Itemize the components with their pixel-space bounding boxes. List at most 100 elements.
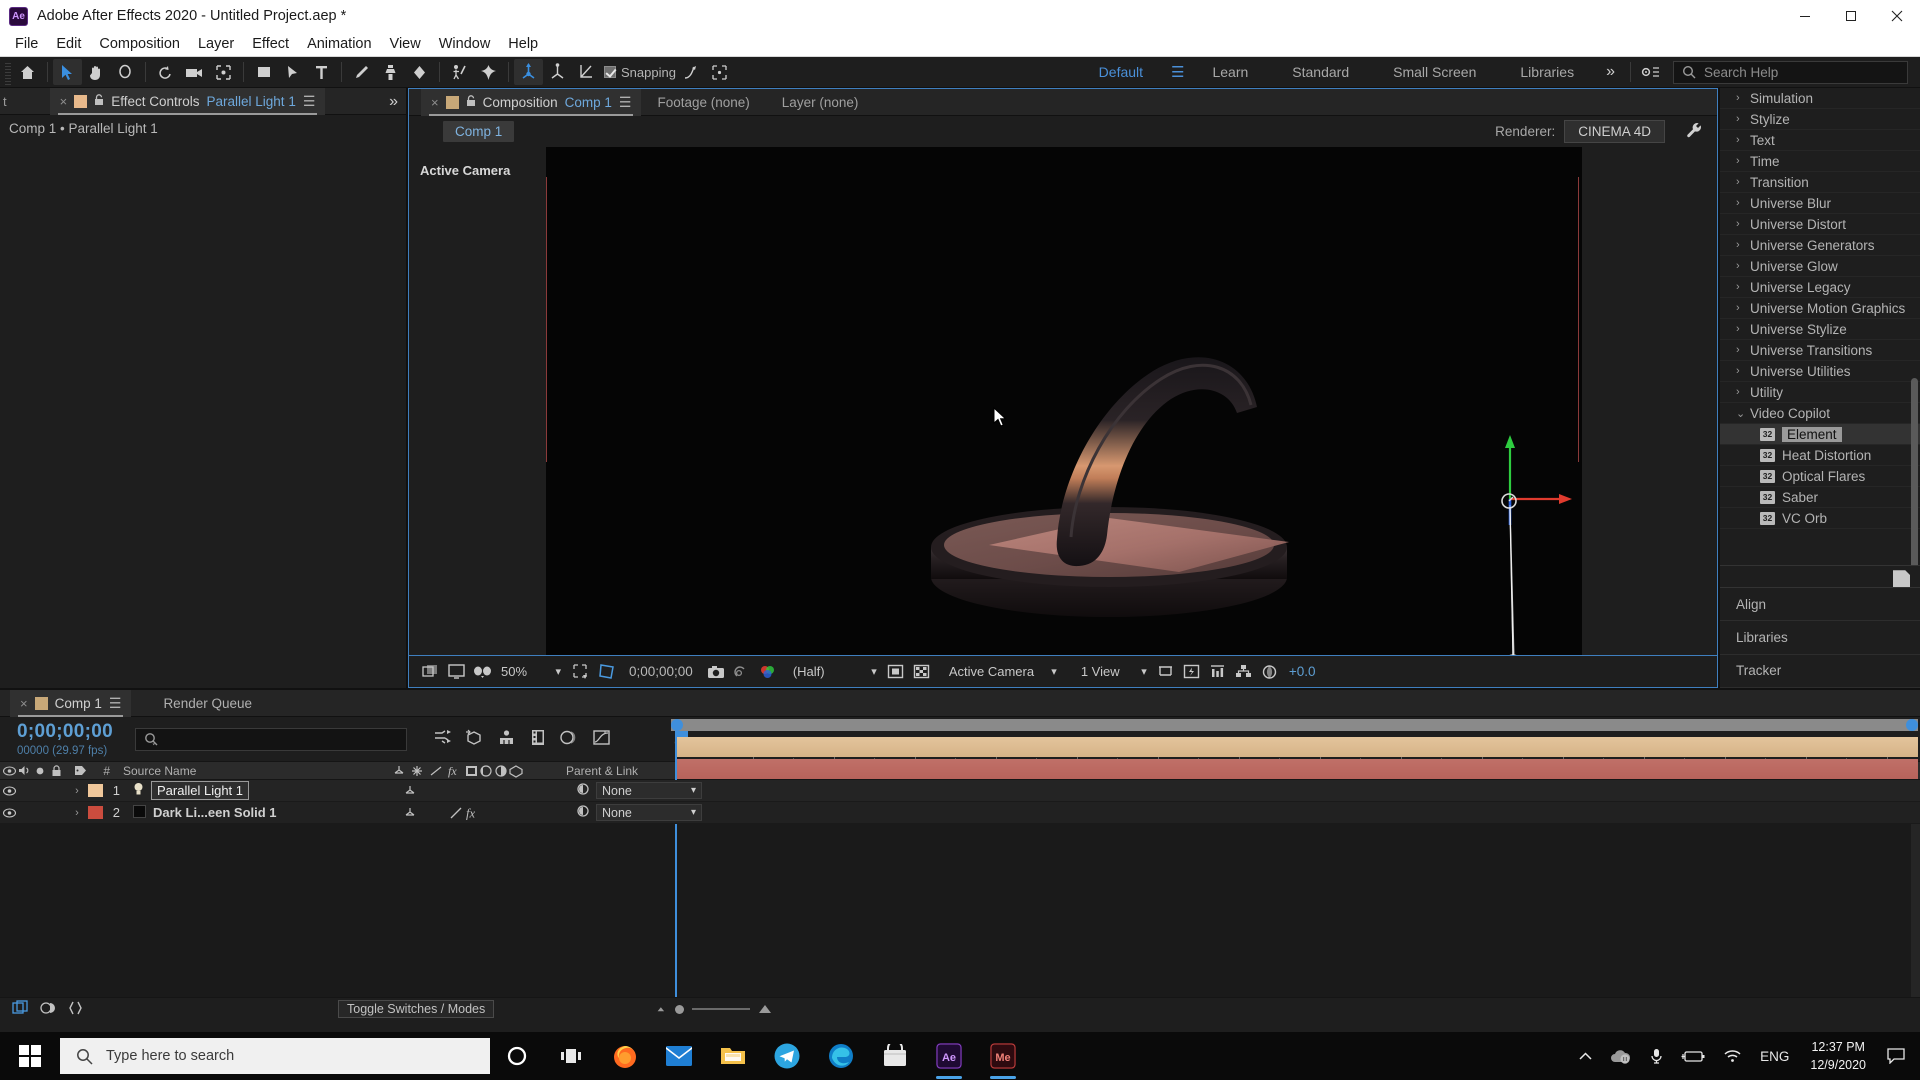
hand-tool-icon[interactable] [82,59,111,85]
workspace-small-screen[interactable]: Small Screen [1371,60,1498,84]
menu-help[interactable]: Help [499,34,547,54]
effect-group-universe-legacy[interactable]: › Universe Legacy [1720,277,1920,298]
pick-whip-icon[interactable] [576,782,590,799]
onedrive-icon[interactable] [1601,1049,1641,1064]
rotation-tool-icon[interactable] [151,59,180,85]
in-out-pane-icon[interactable] [68,1000,83,1019]
type-tool-icon[interactable] [307,59,336,85]
telegram-icon[interactable] [760,1032,814,1080]
effect-group-utility[interactable]: › Utility [1720,382,1920,403]
comp-name-chip[interactable]: Comp 1 [443,121,515,142]
layer-label-swatch[interactable] [85,802,105,823]
tab-effect-controls[interactable]: × Effect Controls Parallel Light 1 ☰ [49,87,326,115]
main-viewer-icon[interactable] [443,660,469,684]
media-encoder-icon[interactable]: Me [976,1032,1030,1080]
grid-guides-icon[interactable] [593,660,619,684]
mail-icon[interactable] [652,1032,706,1080]
timeline-jump-icon[interactable] [1205,660,1231,684]
cortana-icon[interactable] [490,1032,544,1080]
layer-parent-cell[interactable]: None ▾ [572,802,1920,823]
snapping-checkbox[interactable] [604,66,616,78]
pen-tool-icon[interactable] [278,59,307,85]
layer-visibility-toggle[interactable] [0,780,18,801]
snap-align-icon[interactable] [676,59,705,85]
close-button[interactable] [1874,0,1920,32]
panel-menu-icon[interactable]: ☰ [109,695,122,712]
effect-group-universe-distort[interactable]: › Universe Distort [1720,214,1920,235]
draft-3d-icon[interactable] [465,729,484,750]
layer-lock-toggle[interactable] [51,780,69,801]
timeline-track-area[interactable] [671,736,1920,780]
local-axis-icon[interactable] [543,59,572,85]
effect-group-universe-glow[interactable]: › Universe Glow [1720,256,1920,277]
timeline-zoom-slider[interactable] [655,1001,772,1017]
renderer-value[interactable]: CINEMA 4D [1564,120,1665,143]
panel-align[interactable]: Align [1720,588,1920,622]
view-layout-dropdown[interactable]: 1 View ▾ [1075,661,1153,682]
layer-solo-toggle[interactable] [34,802,51,823]
language-indicator[interactable]: ENG [1751,1049,1798,1064]
toggle-switches-modes-button[interactable]: Toggle Switches / Modes [338,1000,495,1018]
pixel-aspect-correction-icon[interactable] [1153,660,1179,684]
timeline-timecode[interactable]: 0;00;00;00 [17,721,113,743]
layer-twirl-icon[interactable]: › [69,780,85,801]
layer-audio-toggle[interactable] [18,802,34,823]
show-hidden-icons-icon[interactable] [1570,1051,1601,1061]
microphone-icon[interactable] [1641,1048,1672,1065]
effect-group-simulation[interactable]: › Simulation [1720,88,1920,109]
workspace-settings-icon[interactable] [1636,59,1665,85]
layer-name-label[interactable]: Dark Li...een Solid 1 [153,805,277,820]
layer-switches-pane-icon[interactable] [12,999,29,1019]
lock-icon[interactable] [94,93,104,109]
layer-parent-dropdown[interactable]: None ▾ [596,804,702,821]
selection-tool-icon[interactable] [53,59,82,85]
menu-file[interactable]: File [6,34,47,54]
toolbar-grip[interactable] [3,59,13,85]
layer-parent-dropdown[interactable]: None ▾ [596,782,702,799]
time-navigator-end-handle[interactable] [1906,719,1918,731]
panel-menu-icon[interactable]: ☰ [619,94,632,111]
start-button[interactable] [0,1032,60,1080]
current-time-display[interactable]: 0;00;00;00 [619,664,703,679]
edge-icon[interactable] [814,1032,868,1080]
effect-item-optical-flares[interactable]: 32 Optical Flares [1720,466,1920,487]
menu-composition[interactable]: Composition [90,34,189,54]
transfer-controls-pane-icon[interactable] [40,1000,57,1019]
exposure-value[interactable]: +0.0 [1289,664,1316,679]
new-animation-preset-icon[interactable] [1893,570,1910,588]
workspace-overflow-icon[interactable]: » [1596,63,1625,81]
transparency-grid-icon[interactable] [909,660,935,684]
zoom-in-icon[interactable] [758,1001,772,1017]
effect-group-universe-stylize[interactable]: › Universe Stylize [1720,319,1920,340]
table-row[interactable]: › 2 Dark Li...een Solid 1 fx None ▾ [0,802,1920,824]
lock-icon[interactable] [466,94,476,110]
effect-group-universe-utilities[interactable]: › Universe Utilities [1720,361,1920,382]
tab-timeline-comp1[interactable]: × Comp 1 ☰ [10,689,132,717]
eraser-tool-icon[interactable] [405,59,434,85]
renderer-selector[interactable]: Renderer: CINEMA 4D [1495,120,1665,143]
hide-shy-layers-icon[interactable] [497,729,516,749]
timeline-search-input[interactable] [134,727,407,751]
effect-group-universe-generators[interactable]: › Universe Generators [1720,235,1920,256]
enable-motion-blur-icon[interactable] [560,729,579,749]
composition-mini-flowchart-icon[interactable] [433,729,452,749]
zoom-level-dropdown[interactable]: 50% ▾ [495,661,567,682]
effect-item-element[interactable]: 32 Element [1720,424,1920,445]
menu-layer[interactable]: Layer [189,34,243,54]
channel-rgb-icon[interactable] [755,660,781,684]
workspace-learn[interactable]: Learn [1190,60,1270,84]
effects-list[interactable]: › Simulation › Stylize › Text › Time › Transi… [1720,88,1920,566]
after-effects-icon[interactable]: Ae [922,1032,976,1080]
3d-glasses-icon[interactable] [469,660,495,684]
snap-bounds-icon[interactable] [705,59,734,85]
brush-tool-icon[interactable] [347,59,376,85]
menu-edit[interactable]: Edit [47,34,90,54]
layer-switches-cell[interactable]: fx [397,802,572,823]
effect-group-universe-blur[interactable]: › Universe Blur [1720,193,1920,214]
close-icon[interactable]: × [20,696,28,711]
composition-viewport[interactable]: Active Camera [409,147,1717,655]
snapping-toggle[interactable]: Snapping [604,65,676,80]
microsoft-store-icon[interactable] [868,1032,922,1080]
effect-item-vc-orb[interactable]: 32 VC Orb [1720,508,1920,529]
snapshot-icon[interactable] [703,660,729,684]
